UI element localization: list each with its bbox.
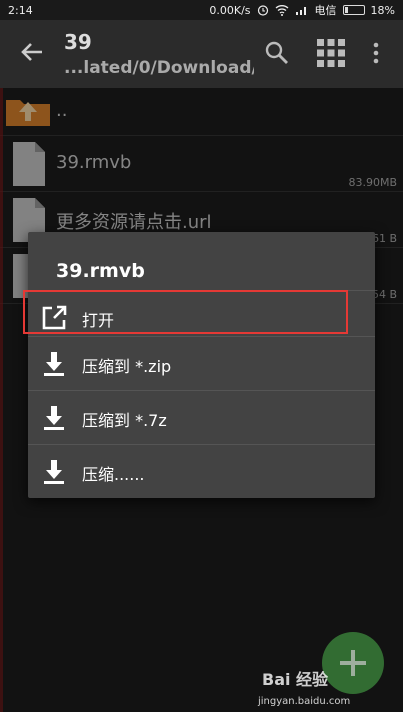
- status-time: 2:14: [8, 3, 33, 17]
- more-vert-icon[interactable]: [370, 40, 382, 66]
- menu-item-label: 压缩......: [82, 465, 145, 484]
- battery-icon: [342, 5, 365, 15]
- alarm-icon: [257, 5, 268, 16]
- menu-item-compress[interactable]: 压缩......: [28, 444, 375, 498]
- download-icon: [44, 352, 64, 376]
- grid-view-icon[interactable]: [316, 38, 346, 68]
- status-bar: 2:14 0.00K/s 电信 18%: [0, 0, 403, 20]
- carrier-label: 电信: [314, 4, 337, 17]
- signal-icon: [295, 7, 306, 15]
- battery-percent: 18%: [370, 3, 395, 17]
- file-context-dialog: 39.rmvb 打开 压缩到 *.zip 压缩到 *.7z 压缩......: [28, 232, 375, 498]
- menu-item-compress-zip[interactable]: 压缩到 *.zip: [28, 336, 375, 390]
- network-speed: 0.00K/s: [209, 3, 251, 17]
- menu-item-label: 压缩到 *.zip: [82, 357, 172, 376]
- watermark-url: jingyan.baidu.com: [258, 696, 351, 707]
- app-bar: 39 ...lated/0/Download/39: [0, 20, 403, 88]
- back-arrow-icon[interactable]: [18, 38, 46, 66]
- download-icon: [44, 460, 64, 484]
- watermark-logo: Bai 经验: [262, 670, 329, 689]
- dialog-title: 39.rmvb: [56, 260, 145, 282]
- page-title: 39: [64, 30, 92, 54]
- annotation-highlight-box: [23, 290, 348, 334]
- menu-item-compress-7z[interactable]: 压缩到 *.7z: [28, 390, 375, 444]
- menu-item-label: 压缩到 *.7z: [82, 411, 167, 430]
- status-right: 0.00K/s 电信 18%: [209, 2, 395, 18]
- download-icon: [44, 406, 64, 430]
- add-fab-button[interactable]: [322, 632, 384, 694]
- search-icon[interactable]: [264, 40, 290, 66]
- breadcrumb-path[interactable]: ...lated/0/Download/39: [64, 58, 254, 78]
- wifi-icon: [275, 5, 288, 16]
